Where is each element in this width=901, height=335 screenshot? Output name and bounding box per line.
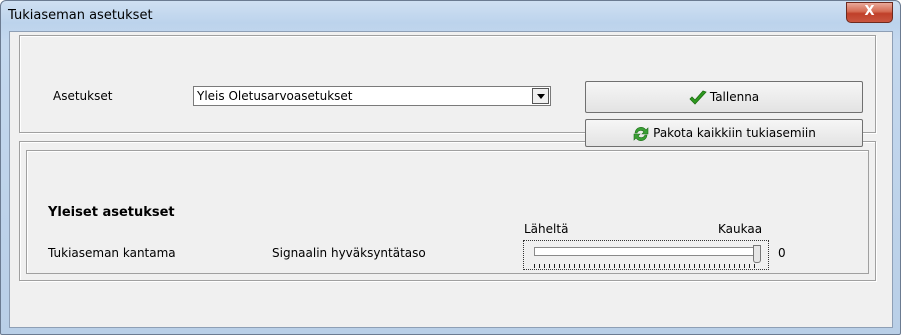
signal-level-slider[interactable]: [523, 240, 769, 270]
slider-max-label: Kaukaa: [718, 222, 763, 236]
slider-min-label: Läheltä: [524, 222, 569, 236]
station-range-label: Tukiaseman kantama: [48, 246, 176, 260]
settings-profile-value: Yleis Oletusarvoasetukset: [197, 89, 353, 103]
checkmark-icon: [689, 90, 707, 105]
slider-ticks: [534, 264, 756, 268]
slider-thumb[interactable]: [753, 245, 761, 263]
force-button-label: Pakota kaikkiin tukiasemiin: [653, 126, 816, 140]
slider-value-readout: 0: [778, 246, 786, 260]
save-button-label: Tallenna: [709, 90, 760, 104]
settings-label: Asetukset: [53, 89, 113, 103]
general-settings-heading: Yleiset asetukset: [48, 205, 175, 220]
sync-icon: [633, 126, 649, 141]
close-button[interactable]: X: [846, 2, 893, 23]
settings-profile-select[interactable]: Yleis Oletusarvoasetukset: [193, 86, 551, 106]
title-bar[interactable]: Tukiaseman asetukset X: [1, 1, 900, 31]
window-title: Tukiaseman asetukset: [8, 8, 153, 23]
slider-track[interactable]: [534, 247, 756, 256]
signal-acceptance-label: Signaalin hyväksyntätaso: [272, 246, 426, 260]
force-all-stations-button[interactable]: Pakota kaikkiin tukiasemiin: [585, 119, 863, 147]
save-button[interactable]: Tallenna: [585, 81, 863, 113]
close-icon: X: [864, 4, 875, 19]
chevron-down-icon[interactable]: [532, 88, 549, 104]
